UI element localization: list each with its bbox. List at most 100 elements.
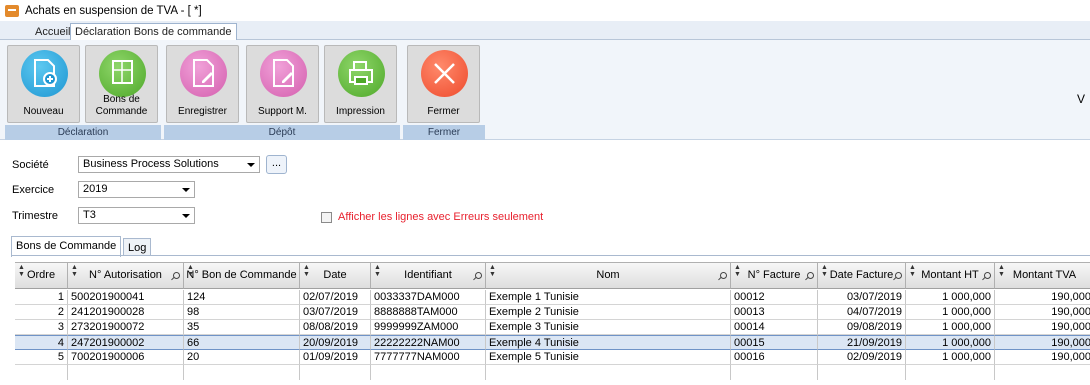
filter-search-icon[interactable] <box>173 272 180 279</box>
purchase-orders-button-label: Bons de Commande <box>95 94 148 117</box>
table-cell[interactable]: 21/09/2019 <box>818 335 906 350</box>
close-button[interactable]: Fermer <box>407 45 480 123</box>
filter-search-icon[interactable] <box>475 272 482 279</box>
filter-search-icon[interactable] <box>895 272 902 279</box>
table-cell[interactable]: 00014 <box>731 320 818 335</box>
table-cell[interactable]: 02/07/2019 <box>300 290 371 305</box>
column-header[interactable]: ▲ ▼ Nom <box>486 262 731 289</box>
table-cell[interactable]: 20 <box>184 350 300 365</box>
tab-log[interactable]: Log <box>123 238 152 256</box>
table-cell[interactable]: 3 <box>15 320 68 335</box>
table-cell[interactable]: 190,000 <box>995 305 1090 320</box>
filter-search-icon[interactable] <box>807 272 814 279</box>
table-cell[interactable]: 1 000,000 <box>906 350 995 365</box>
table-cell[interactable]: 1 000,000 <box>906 320 995 335</box>
save-button[interactable]: Enregistrer <box>166 45 239 123</box>
table-cell[interactable]: 190,000 <box>995 320 1090 335</box>
sort-icon[interactable]: ▲ ▼ <box>821 264 828 278</box>
sort-icon[interactable]: ▲ ▼ <box>489 264 496 278</box>
exercice-select[interactable]: 2019 <box>78 181 195 198</box>
table-cell[interactable]: 190,000 <box>995 350 1090 365</box>
column-header-label: Nom <box>596 269 620 281</box>
table-cell[interactable]: 500201900041 <box>68 290 184 305</box>
table-row[interactable]: 2 241201900028 98 03/07/2019 8888888TAM000 Ex… <box>15 305 1090 320</box>
table-cell[interactable]: 09/08/2019 <box>818 320 906 335</box>
table-cell[interactable]: 00012 <box>731 290 818 305</box>
trimestre-select[interactable]: T3 <box>78 207 195 224</box>
column-header[interactable]: ▲ ▼ Ordre <box>15 262 68 289</box>
table-row[interactable]: 5 700201900006 20 01/09/2019 7777777NAM000 Ex… <box>15 350 1090 365</box>
table-row[interactable]: 4 247201900002 66 20/09/2019 22222222NAM00 Ex… <box>15 335 1090 350</box>
table-row[interactable]: 1 500201900041 124 02/07/2019 0033337DAM000 E… <box>15 290 1090 305</box>
column-header[interactable]: ▲ ▼ Montant HT <box>906 262 995 289</box>
table-cell[interactable]: 08/08/2019 <box>300 320 371 335</box>
table-cell[interactable]: 1 000,000 <box>906 290 995 305</box>
table-row[interactable]: 3 273201900072 35 08/08/2019 9999999ZAM000 Ex… <box>15 320 1090 335</box>
filter-search-icon[interactable] <box>720 272 727 279</box>
table-cell[interactable]: 190,000 <box>995 335 1090 350</box>
table-cell[interactable]: 190,000 <box>995 290 1090 305</box>
societe-select[interactable]: Business Process Solutions <box>78 156 260 173</box>
sort-icon[interactable]: ▲ ▼ <box>909 264 916 278</box>
table-cell[interactable]: 700201900006 <box>68 350 184 365</box>
table-cell[interactable]: 22222222NAM00 <box>371 335 486 350</box>
print-button[interactable]: Impression <box>324 45 397 123</box>
table-cell[interactable]: 1 000,000 <box>906 305 995 320</box>
table-cell[interactable]: 02/09/2019 <box>818 350 906 365</box>
table-cell[interactable]: 00015 <box>731 335 818 350</box>
table-cell[interactable]: 2 <box>15 305 68 320</box>
column-header[interactable]: ▲ ▼ N° Autorisation <box>68 262 184 289</box>
sort-icon[interactable]: ▲ ▼ <box>303 264 310 278</box>
table-cell[interactable]: 04/07/2019 <box>818 305 906 320</box>
table-cell[interactable]: 124 <box>184 290 300 305</box>
table-cell[interactable]: 66 <box>184 335 300 350</box>
purchase-orders-button[interactable]: Bons de Commande <box>85 45 158 123</box>
table-cell[interactable]: 8888888TAM000 <box>371 305 486 320</box>
sort-icon[interactable]: ▲ ▼ <box>734 264 741 278</box>
table-cell[interactable]: 7777777NAM000 <box>371 350 486 365</box>
table-cell[interactable]: Exemple 4 Tunisie <box>486 335 731 350</box>
table-cell[interactable]: 247201900002 <box>68 335 184 350</box>
table-cell[interactable]: 20/09/2019 <box>300 335 371 350</box>
column-header[interactable]: ▲ ▼ Identifiant <box>371 262 486 289</box>
table-cell[interactable]: 03/07/2019 <box>818 290 906 305</box>
table-cell[interactable]: 35 <box>184 320 300 335</box>
new-button[interactable]: Nouveau <box>7 45 80 123</box>
table-cell[interactable]: Exemple 5 Tunisie <box>486 350 731 365</box>
column-header[interactable]: ▲ ▼ N° Facture <box>731 262 818 289</box>
sort-icon[interactable]: ▲ ▼ <box>187 264 194 278</box>
errors-only-label[interactable]: Afficher les lignes avec Erreurs seuleme… <box>338 211 543 223</box>
column-header[interactable]: ▲ ▼ Montant TVA <box>995 262 1090 289</box>
table-cell[interactable]: 273201900072 <box>68 320 184 335</box>
table-cell[interactable]: 03/07/2019 <box>300 305 371 320</box>
column-header[interactable]: ▲ ▼ Date Facture <box>818 262 906 289</box>
sort-icon[interactable]: ▲ ▼ <box>998 264 1005 278</box>
societe-browse-button[interactable]: ... <box>266 155 287 174</box>
table-cell[interactable]: 98 <box>184 305 300 320</box>
support-button[interactable]: Support M. <box>246 45 319 123</box>
sort-icon[interactable]: ▲ ▼ <box>18 264 25 278</box>
tab-declaration-bons-de-commande[interactable]: Déclaration Bons de commande <box>70 23 237 40</box>
table-cell[interactable]: Exemple 3 Tunisie <box>486 320 731 335</box>
filter-search-icon[interactable] <box>984 272 991 279</box>
table-cell[interactable]: 1 000,000 <box>906 335 995 350</box>
tab-bons-de-commande[interactable]: Bons de Commande <box>11 236 122 257</box>
errors-only-checkbox[interactable] <box>321 212 332 223</box>
tab-accueil[interactable]: Accueil <box>30 23 75 40</box>
table-cell[interactable]: 9999999ZAM000 <box>371 320 486 335</box>
table-cell[interactable]: 01/09/2019 <box>300 350 371 365</box>
table-cell[interactable]: 0033337DAM000 <box>371 290 486 305</box>
table-cell[interactable]: 5 <box>15 350 68 365</box>
table-cell[interactable]: 00013 <box>731 305 818 320</box>
sort-icon[interactable]: ▲ ▼ <box>71 264 78 278</box>
column-header[interactable]: ▲ ▼ Date <box>300 262 371 289</box>
column-header[interactable]: ▲ ▼ N° Bon de Commande <box>184 262 300 289</box>
table-cell[interactable]: 00016 <box>731 350 818 365</box>
table-cell[interactable]: 4 <box>15 335 68 350</box>
table-cell[interactable]: Exemple 1 Tunisie <box>486 290 731 305</box>
table-cell[interactable]: 241201900028 <box>68 305 184 320</box>
sort-icon[interactable]: ▲ ▼ <box>374 264 381 278</box>
table-cell[interactable]: Exemple 2 Tunisie <box>486 305 731 320</box>
table-cell[interactable]: 1 <box>15 290 68 305</box>
document-tabs: Accueil Déclaration Bons de commande <box>0 21 1090 40</box>
